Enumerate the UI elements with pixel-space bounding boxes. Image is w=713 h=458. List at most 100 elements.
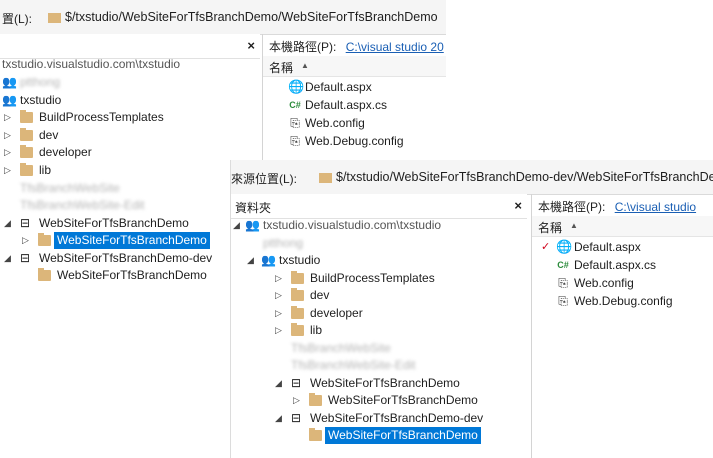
config-file-icon: ⎘ (290, 116, 300, 130)
source-location-path[interactable]: $/txstudio/WebSiteForTfsBranchDemo-dev/W… (336, 170, 713, 184)
config-file-icon: ⎘ (558, 276, 568, 290)
folder-label: WebSiteForTfsBranchDemo (328, 393, 478, 407)
source-location-label: 來源位置(L): (231, 172, 298, 186)
folder-icon (20, 163, 33, 176)
folder-label: developer (310, 306, 363, 320)
source-location-bar: 來源位置(L): $/txstudio/WebSiteForTfsBranchD… (231, 160, 713, 195)
name-column-label: 名稱 (538, 221, 563, 235)
folder-icon (319, 173, 332, 183)
expand-arrow-icon[interactable]: ▷ (4, 127, 11, 144)
web-page-icon: 🌐 (556, 239, 573, 254)
folder-label: lib (39, 163, 52, 177)
collapse-arrow-icon[interactable]: ◢ (247, 252, 254, 269)
expand-arrow-icon[interactable]: ▷ (4, 109, 11, 126)
project-label: txstudio (279, 253, 321, 267)
blurred-label: TfsBranchWebSite (20, 181, 120, 195)
close-icon[interactable]: × (514, 198, 522, 213)
blurred-label: ptthong (20, 75, 61, 89)
server-label: txstudio.visualstudio.com\txstudio (263, 218, 442, 232)
file-name: Web.config (305, 116, 365, 130)
csharp-file-icon: C# (557, 260, 569, 270)
collapse-arrow-icon[interactable]: ◢ (4, 215, 11, 232)
team-icon: 👥 (261, 253, 276, 267)
folder-icon (20, 128, 33, 141)
expand-arrow-icon[interactable]: ▷ (4, 162, 11, 179)
folder-label: dev (39, 128, 59, 142)
local-path-label: 本機路徑(P): (269, 40, 337, 54)
project-label: txstudio (20, 93, 62, 107)
expand-arrow-icon[interactable]: ▷ (4, 144, 11, 161)
collapse-arrow-icon[interactable]: ◢ (275, 375, 282, 392)
folder-label: dev (310, 288, 330, 302)
folder-icon (291, 323, 304, 336)
folder-icon (20, 145, 33, 158)
source-location-path[interactable]: $/txstudio/WebSiteForTfsBranchDemo/WebSi… (65, 10, 438, 24)
branch-label: WebSiteForTfsBranchDemo-dev (310, 411, 484, 425)
collapse-arrow-icon[interactable]: ◢ (4, 250, 11, 267)
config-file-icon: ⎘ (558, 294, 568, 308)
config-file-icon: ⎘ (290, 134, 300, 148)
file-name: Default.aspx (574, 240, 641, 254)
collapse-arrow-icon[interactable]: ◢ (275, 410, 282, 427)
source-control-explorer-front: 來源位置(L): $/txstudio/WebSiteForTfsBranchD… (230, 160, 713, 458)
file-name: Web.config (574, 276, 634, 290)
expand-arrow-icon[interactable]: ▷ (275, 305, 282, 322)
team-icon: 👥 (2, 93, 17, 107)
local-path-link[interactable]: C:\visual studio (615, 200, 696, 214)
sort-ascending-icon: ▲ (301, 61, 309, 70)
blurred-label: ptthong (263, 236, 304, 250)
local-path-row: 本機路徑(P): C:\visual studio (538, 198, 696, 215)
blurred-label: TfsBranchWebSite (291, 341, 391, 355)
folder-icon (309, 428, 322, 441)
server-label: txstudio.visualstudio.com\txstudio (2, 57, 181, 71)
folder-icon (309, 393, 322, 406)
folders-header: 資料夾 × (231, 194, 527, 219)
source-location-bar: 置(L): $/txstudio/WebSiteForTfsBranchDemo… (0, 0, 446, 35)
expand-arrow-icon[interactable]: ▷ (22, 232, 29, 249)
selected-folder-label: WebSiteForTfsBranchDemo (54, 232, 210, 249)
branch-icon: ⊟ (291, 411, 302, 425)
web-page-icon: 🌐 (288, 79, 305, 94)
expand-arrow-icon[interactable]: ▷ (275, 287, 282, 304)
folder-label: WebSiteForTfsBranchDemo (57, 268, 207, 282)
local-path-label: 本機路徑(P): (538, 200, 606, 214)
local-path-row: 本機路徑(P): C:\visual studio 20 (269, 38, 444, 55)
csharp-file-icon: C# (289, 100, 301, 110)
file-name: Default.aspx.cs (305, 98, 388, 112)
branch-label: WebSiteForTfsBranchDemo (310, 376, 460, 390)
folder-icon (38, 268, 51, 281)
source-location-label: 置(L): (2, 12, 33, 26)
branch-label: WebSiteForTfsBranchDemo (39, 216, 189, 230)
name-column-label: 名稱 (269, 61, 294, 75)
folder-icon (291, 271, 304, 284)
expand-arrow-icon[interactable]: ▷ (275, 270, 282, 287)
name-column-header[interactable]: 名稱 ▲ (263, 56, 446, 77)
file-name: Default.aspx (305, 80, 372, 94)
team-icon: 👥 (2, 75, 17, 89)
collapse-arrow-icon[interactable]: ◢ (233, 217, 240, 234)
expand-arrow-icon[interactable]: ▷ (275, 322, 282, 339)
folder-label: lib (310, 323, 323, 337)
branch-label: WebSiteForTfsBranchDemo-dev (39, 251, 213, 265)
file-name: Default.aspx.cs (574, 258, 657, 272)
expand-arrow-icon[interactable]: ▷ (293, 392, 300, 409)
branch-icon: ⊟ (20, 251, 31, 265)
folder-label: BuildProcessTemplates (39, 110, 164, 124)
folder-icon (20, 110, 33, 123)
file-name: Web.Debug.config (574, 294, 673, 308)
selected-folder-label: WebSiteForTfsBranchDemo (325, 427, 481, 444)
pending-change-icon: ✓ (541, 241, 551, 253)
folder-label: BuildProcessTemplates (310, 271, 435, 285)
branch-icon: ⊟ (20, 216, 31, 230)
name-column-header[interactable]: 名稱 ▲ (532, 216, 713, 237)
local-path-link[interactable]: C:\visual studio 20 (346, 40, 444, 54)
folder-icon (291, 306, 304, 319)
branch-icon: ⊟ (291, 376, 302, 390)
folder-icon (38, 233, 51, 246)
folder-icon (291, 288, 304, 301)
blurred-label: TfsBranchWebSite-Edit (20, 198, 145, 212)
blurred-label: TfsBranchWebSite-Edit (291, 358, 416, 372)
sort-ascending-icon: ▲ (570, 221, 578, 230)
close-icon[interactable]: × (247, 38, 255, 53)
folder-icon (48, 13, 61, 23)
